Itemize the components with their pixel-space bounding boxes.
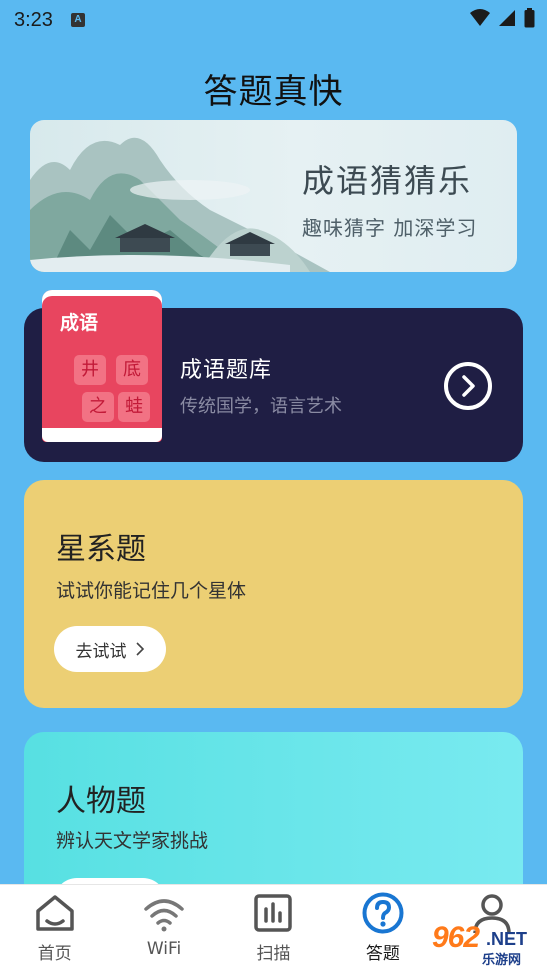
nav-label: WiFi — [146, 939, 182, 959]
banner-subtitle: 趣味猜字 加深学习 — [302, 216, 478, 240]
watermark-suffix: .NET — [486, 929, 528, 949]
notification-badge: A — [70, 13, 85, 27]
book-label: 成语 — [60, 312, 99, 334]
nav-label: 扫描 — [256, 944, 291, 964]
question-circle-icon — [362, 892, 404, 934]
watermark-cn: 乐游网 — [482, 953, 522, 968]
battery-icon — [524, 8, 535, 28]
status-icons — [470, 8, 535, 28]
try-button[interactable]: 去试试 — [54, 626, 166, 672]
scan-chart-icon — [254, 894, 293, 932]
person-card-subtitle: 辨认天文学家挑战 — [56, 830, 209, 852]
watermark-number: 962 — [432, 921, 480, 954]
idiom-tile: 井 — [74, 355, 106, 385]
idiom-card-title: 成语题库 — [180, 358, 273, 383]
idiom-guess-banner[interactable]: 成语猜猜乐 趣味猜字 加深学习 — [30, 120, 517, 272]
person-card-title: 人物题 — [56, 784, 146, 819]
cell-signal-icon — [499, 10, 515, 26]
status-bar: 3:23 A — [0, 0, 547, 40]
star-quiz-card[interactable]: 星系题 试试你能记住几个星体 去试试 — [24, 480, 523, 708]
idiom-tile: 底 — [116, 355, 148, 385]
idiom-tile: 之 — [82, 392, 114, 422]
idiom-card-subtitle: 传统国学，语言艺术 — [180, 396, 342, 417]
nav-item-home[interactable]: 首页 — [0, 885, 109, 972]
nav-item-wifi[interactable]: WiFi — [109, 885, 218, 972]
banner-title: 成语猜猜乐 — [302, 162, 473, 200]
try-button-label: 去试试 — [75, 641, 127, 662]
nav-item-quiz[interactable]: 答题 — [328, 885, 437, 972]
status-time: 3:23 — [14, 8, 53, 31]
wifi-icon — [144, 899, 184, 932]
star-card-subtitle: 试试你能记住几个星体 — [56, 580, 247, 602]
chevron-right-icon — [135, 642, 144, 656]
nav-label: 首页 — [37, 944, 72, 964]
nav-label: 答题 — [365, 944, 400, 964]
nav-item-scan[interactable]: 扫描 — [219, 885, 328, 972]
idiom-tile: 蛙 — [118, 392, 150, 422]
star-card-title: 星系题 — [56, 532, 146, 567]
home-icon — [35, 895, 74, 931]
book-pages — [42, 428, 162, 442]
page-title: 答题真快 — [203, 72, 344, 112]
wifi-signal-icon — [470, 9, 490, 26]
chevron-right-circle-icon[interactable] — [444, 362, 492, 410]
